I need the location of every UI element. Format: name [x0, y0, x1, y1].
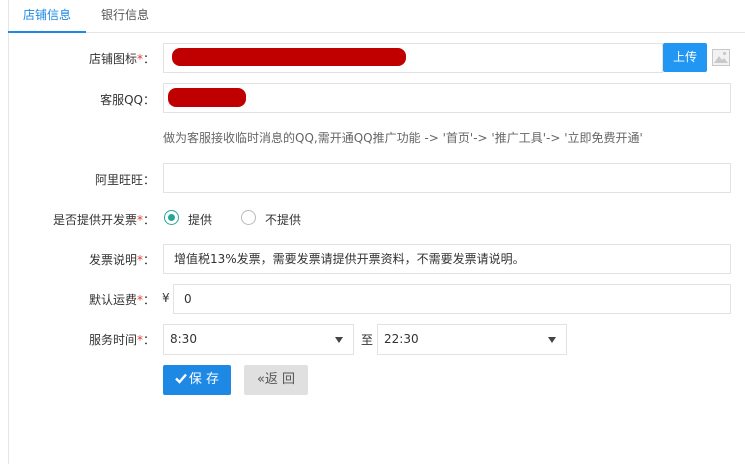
caret-down-icon	[335, 337, 343, 343]
redacted-mark	[168, 88, 246, 107]
upload-button[interactable]: 上传	[663, 43, 707, 72]
service-start-select[interactable]: 8:30	[163, 324, 354, 355]
customer-qq-input[interactable]	[163, 83, 731, 113]
customer-qq-help: 做为客服接收临时消息的QQ,需开通QQ推广功能 -> '首页'-> '推广工具'…	[163, 131, 643, 145]
image-icon[interactable]	[712, 49, 730, 66]
content-border	[8, 0, 9, 464]
currency-symbol: ¥	[162, 291, 170, 305]
aliwangwang-input[interactable]	[163, 163, 731, 193]
aliwangwang-label: 阿里旺旺：	[94, 173, 155, 187]
service-end-value: 22:30	[384, 332, 419, 346]
caret-down-icon	[548, 337, 556, 343]
invoice-note-input[interactable]: 增值税13%发票，需要发票请提供开票资料，不需要发票请说明。	[163, 244, 731, 274]
service-end-select[interactable]: 22:30	[377, 324, 567, 355]
invoice-yes-label[interactable]: 提供	[188, 211, 212, 228]
invoice-yes-radio[interactable]	[164, 210, 179, 225]
tab-store-info[interactable]: 店铺信息	[8, 0, 86, 33]
redacted-mark	[172, 48, 406, 66]
time-separator: 至	[361, 333, 374, 347]
default-shipping-input[interactable]: 0	[173, 284, 731, 314]
default-shipping-label: 默认运费*：	[88, 293, 155, 307]
tab-bank-info[interactable]: 银行信息	[86, 0, 164, 33]
invoice-note-label: 发票说明*：	[88, 253, 155, 267]
check-icon	[175, 373, 187, 384]
service-start-value: 8:30	[170, 332, 197, 346]
invoice-label: 是否提供开发票*：	[52, 213, 155, 227]
customer-qq-label: 客服QQ：	[100, 93, 155, 107]
save-button[interactable]: 保 存	[163, 365, 231, 395]
invoice-no-label[interactable]: 不提供	[265, 211, 301, 228]
tab-bar: 店铺信息 银行信息	[8, 0, 745, 33]
store-icon-label: 店铺图标*：	[88, 52, 155, 66]
save-label: 保 存	[188, 372, 220, 387]
invoice-no-radio[interactable]	[241, 210, 256, 225]
service-time-label: 服务时间*：	[88, 333, 155, 347]
back-button[interactable]: «返 回	[244, 365, 308, 395]
